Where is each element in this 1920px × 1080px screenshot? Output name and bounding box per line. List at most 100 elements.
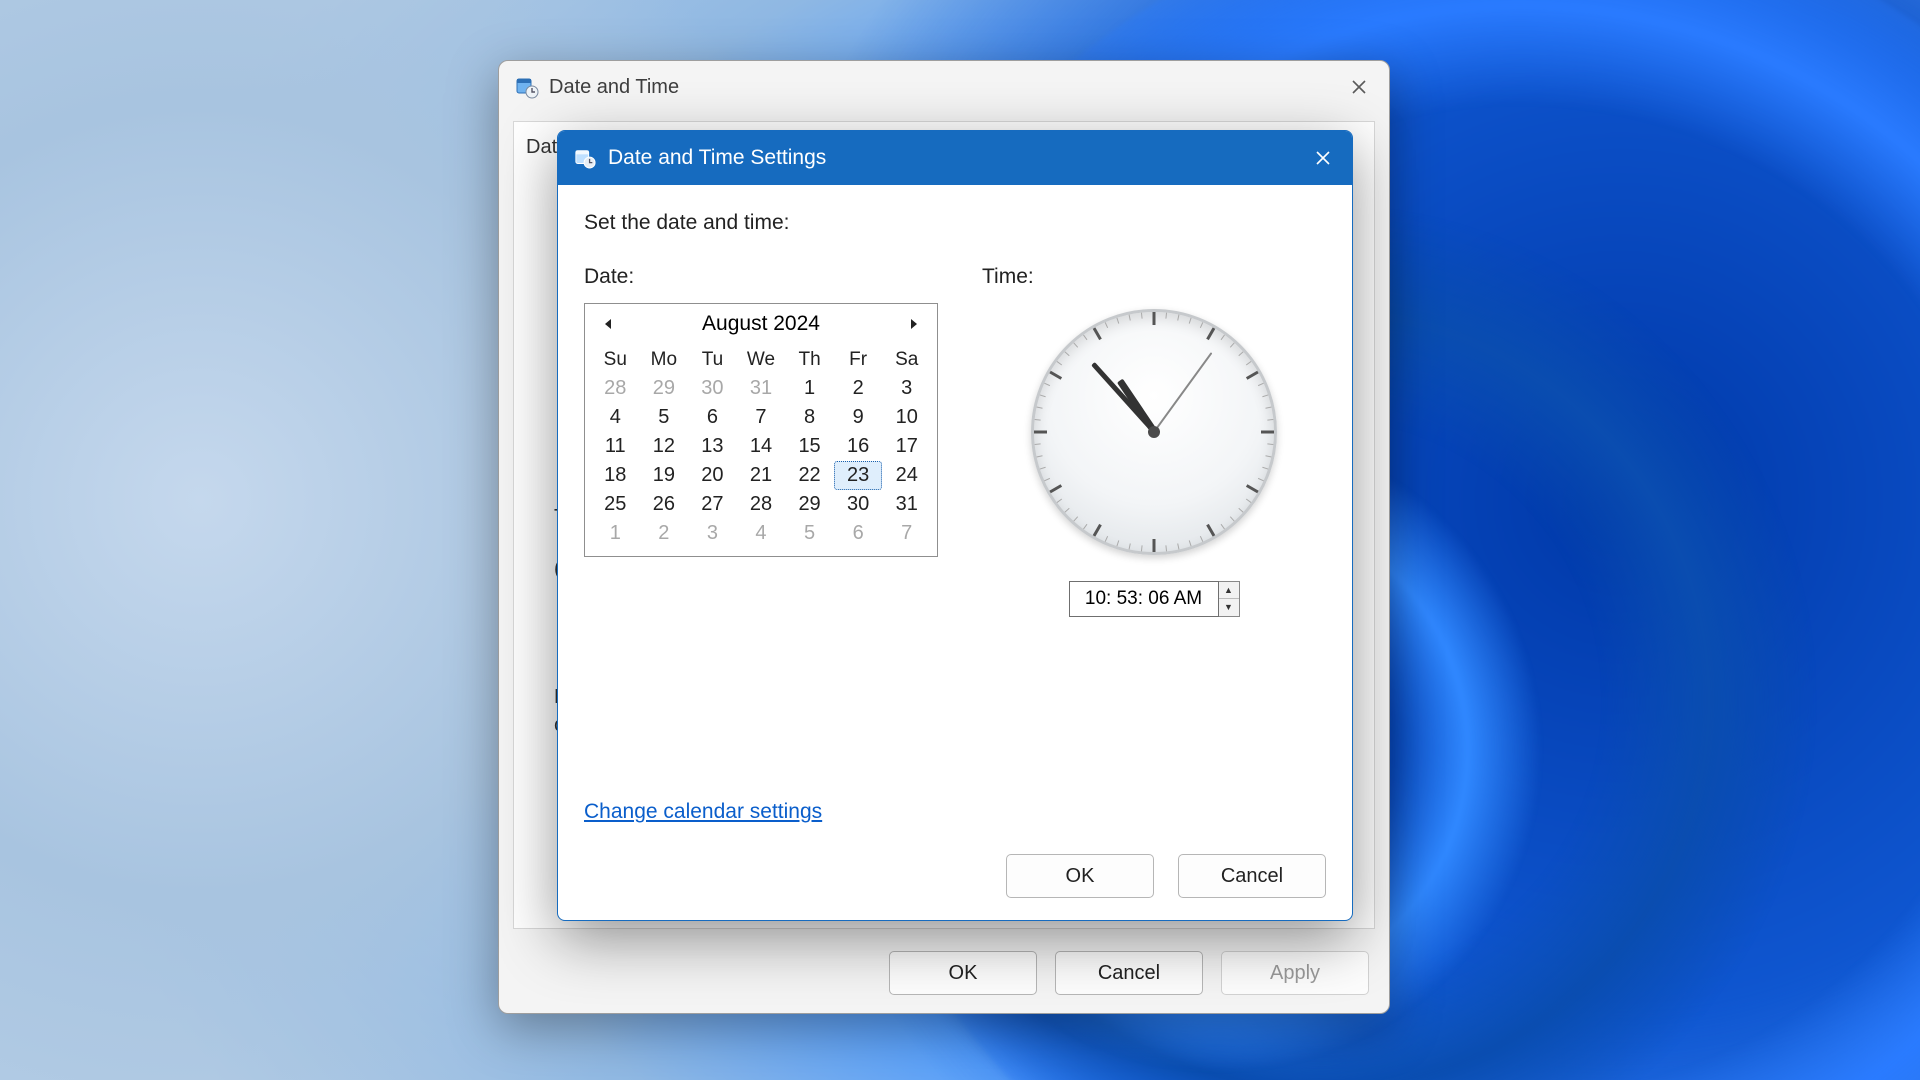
clock-tick [1034,431,1047,434]
close-icon [1351,79,1367,95]
parent-ok-button[interactable]: OK [889,951,1037,995]
clock-tick [1165,313,1167,319]
calendar-day[interactable]: 25 [591,490,640,519]
calendar-day[interactable]: 5 [785,519,834,548]
time-spin-up[interactable]: ▲ [1219,582,1239,599]
calendar-day[interactable]: 24 [882,461,931,490]
calendar-day[interactable]: 4 [591,403,640,432]
calendar-day[interactable]: 22 [785,461,834,490]
clock-tick [1044,478,1050,481]
clock-tick [1238,351,1243,356]
clock-tick [1246,484,1259,493]
clock-tick [1200,322,1203,328]
calendar-day[interactable]: 3 [688,519,737,548]
clock-tick [1116,540,1119,546]
chevron-left-icon [603,318,613,330]
calendar-day[interactable]: 3 [882,374,931,403]
calendar-day[interactable]: 23 [834,461,883,490]
calendar-day[interactable]: 10 [882,403,931,432]
clock-tick [1040,394,1046,397]
parent-footer: OK Cancel Apply [499,933,1389,1013]
calendar-day[interactable]: 4 [737,519,786,548]
calendar-day[interactable]: 6 [688,403,737,432]
parent-tab-peek: Dat [526,136,557,159]
calendar-day[interactable]: 1 [785,374,834,403]
clock-tick [1265,455,1271,457]
modal-footer: OK Cancel [558,832,1352,920]
calendar-day[interactable]: 19 [640,461,689,490]
clock-tick [1035,443,1041,445]
clock-tick [1037,407,1043,409]
calendar-day[interactable]: 20 [688,461,737,490]
calendar-day[interactable]: 14 [737,432,786,461]
calendar-day[interactable]: 8 [785,403,834,432]
analog-clock [1031,309,1277,555]
parent-close-button[interactable] [1339,69,1379,105]
clock-tick [1049,371,1062,380]
clock-tick [1073,516,1078,521]
calendar-day[interactable]: 7 [737,403,786,432]
time-input[interactable] [1069,581,1219,617]
modal-titlebar[interactable]: Date and Time Settings [558,131,1352,185]
parent-cancel-button[interactable]: Cancel [1055,951,1203,995]
clock-tick [1262,467,1268,470]
clock-tick [1153,312,1156,325]
calendar-day[interactable]: 17 [882,432,931,461]
calendar-day[interactable]: 7 [882,519,931,548]
clock-tick [1221,335,1225,340]
clock-tick [1044,383,1050,386]
calendar-day[interactable]: 30 [688,374,737,403]
calendar-day[interactable]: 11 [591,432,640,461]
calendar-day[interactable]: 2 [640,519,689,548]
calendar-day[interactable]: 29 [785,490,834,519]
modal-ok-button[interactable]: OK [1006,854,1154,898]
calendar-day[interactable]: 5 [640,403,689,432]
calendar-day-header: Sa [882,346,931,374]
calendar-day[interactable]: 29 [640,374,689,403]
time-spin-down[interactable]: ▼ [1219,599,1239,616]
clock-tick [1037,455,1043,457]
calendar-day[interactable]: 1 [591,519,640,548]
clock-tick [1083,335,1087,340]
clock-tick [1153,539,1156,552]
calendar-day[interactable]: 15 [785,432,834,461]
clock-tick [1238,508,1243,513]
time-label: Time: [982,265,1034,289]
calendar-day[interactable]: 21 [737,461,786,490]
clock-tick [1105,322,1108,328]
calendar-day[interactable]: 27 [688,490,737,519]
modal-cancel-button[interactable]: Cancel [1178,854,1326,898]
calendar-day[interactable]: 28 [591,374,640,403]
clock-second-hand [1153,352,1212,432]
time-spinner: ▲ ▼ [1069,581,1240,617]
calendar-next-month[interactable] [901,311,927,337]
close-icon [1315,150,1331,166]
calendar-clock-icon [574,147,596,169]
clock-tick [1064,508,1069,513]
instruction-text: Set the date and time: [584,211,1326,235]
calendar-day[interactable]: 6 [834,519,883,548]
calendar-day[interactable]: 30 [834,490,883,519]
calendar-day[interactable]: 16 [834,432,883,461]
calendar-day[interactable]: 31 [882,490,931,519]
calendar-day[interactable]: 13 [688,432,737,461]
calendar-month-year[interactable]: August 2024 [702,312,820,336]
calendar-day[interactable]: 28 [737,490,786,519]
calendar-day[interactable]: 2 [834,374,883,403]
change-calendar-settings-link[interactable]: Change calendar settings [584,800,822,824]
clock-tick [1206,524,1215,537]
calendar-day[interactable]: 9 [834,403,883,432]
calendar-day[interactable]: 12 [640,432,689,461]
parent-apply-button: Apply [1221,951,1369,995]
clock-tick [1206,327,1215,340]
calendar-prev-month[interactable] [595,311,621,337]
modal-close-button[interactable] [1302,139,1344,177]
clock-tick [1177,315,1179,321]
parent-titlebar[interactable]: Date and Time [499,61,1389,113]
calendar-clock-icon [515,75,539,99]
calendar-day[interactable]: 26 [640,490,689,519]
date-time-settings-dialog: Date and Time Settings Set the date and … [557,130,1353,921]
calendar-day[interactable]: 18 [591,461,640,490]
calendar-day[interactable]: 31 [737,374,786,403]
clock-tick [1141,313,1143,319]
